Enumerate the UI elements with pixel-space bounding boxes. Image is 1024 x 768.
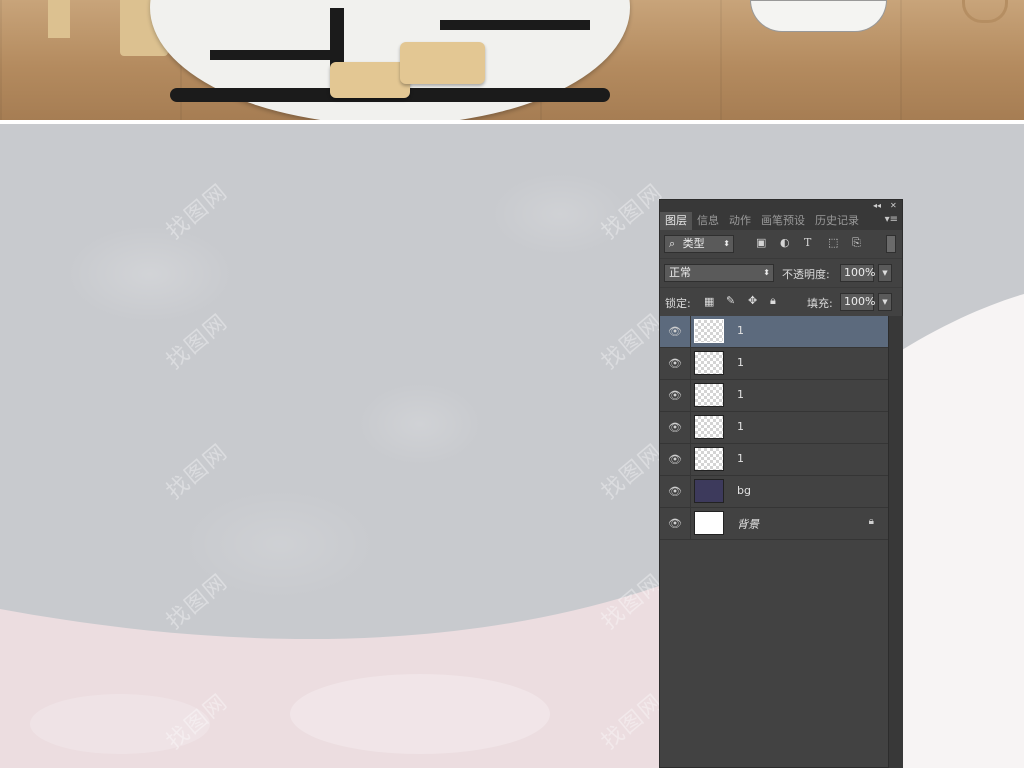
layer-thumbnail [694,447,724,471]
tab-layers[interactable]: 图层 [660,212,692,230]
divider [690,508,691,539]
tab-brush-presets[interactable]: 画笔预设 [756,212,810,230]
layer-name: 1 [737,356,744,369]
layer-row[interactable]: 👁︎ 1 [660,444,888,476]
image-icon[interactable]: ▣ [756,236,766,249]
blend-mode-select[interactable]: 正常 ⬍ [664,264,774,282]
layer-row[interactable]: 👁︎ 1 [660,380,888,412]
lock-icon: 🔒︎ [868,516,874,527]
panel-tabs: 图层 信息 动作 画笔预设 历史记录 ▾≡ [660,212,902,230]
tab-info[interactable]: 信息 [692,212,724,230]
layer-thumbnail [694,415,724,439]
smart-object-icon[interactable]: ⎘ [852,236,861,250]
mat-road [440,20,590,30]
panel-titlebar: ◂◂ ✕ [660,200,902,212]
layer-thumbnail [694,479,724,503]
fill-input[interactable]: 100% [840,293,875,311]
layer-name: 1 [737,388,744,401]
divider [690,348,691,379]
divider [690,476,691,507]
blend-mode-value: 正常 [669,266,691,279]
layers-list: 👁︎ 1 👁︎ 1 👁︎ 1 👁︎ 1 👁︎ 1 👁︎ bg 👁︎ 背景 🔒︎ [660,316,888,540]
layers-scrollbar[interactable] [888,316,903,768]
layer-thumbnail [694,319,724,343]
divider [690,412,691,443]
mat-road [210,50,330,60]
layer-name: 背景 [737,518,759,531]
layer-name: 1 [737,420,744,433]
filter-label: 类型 [682,237,705,250]
opacity-label: 不透明度: [782,268,830,281]
lock-all-icon[interactable]: 🔒︎ [770,294,776,308]
fill-label: 填充: [807,297,833,310]
eye-icon[interactable]: 👁︎ [668,453,682,466]
eye-icon[interactable]: 👁︎ [668,485,682,498]
chevron-updown-icon: ⬍ [763,268,770,277]
lock-transparent-icon[interactable]: ▦ [704,295,714,308]
wooden-stool-left [48,0,70,38]
layer-row[interactable]: 👁︎ 1 [660,348,888,380]
lock-pixels-icon[interactable]: ✎ [726,294,735,307]
eye-icon[interactable]: 👁︎ [668,389,682,402]
lock-label: 锁定: [665,297,691,310]
blend-row: 正常 ⬍ 不透明度: 100% ▼ [660,259,902,288]
lock-position-icon[interactable]: ✥ [748,294,757,307]
eye-icon[interactable]: 👁︎ [668,357,682,370]
layer-name: bg [737,484,751,497]
divider [690,316,691,347]
layer-name: 1 [737,324,744,337]
shape-icon[interactable]: ⬚ [828,236,838,249]
layers-panel: ◂◂ ✕ 图层 信息 动作 画笔预设 历史记录 ▾≡ ⌕ 类型 ⬍ ▣ ◐ T … [659,199,903,768]
type-icon[interactable]: T [804,236,811,249]
collapse-icon[interactable]: ◂◂ [873,200,881,212]
layer-name: 1 [737,452,744,465]
search-icon: ⌕ [669,237,676,250]
layer-thumbnail [694,511,724,535]
layer-row[interactable]: 👁︎ 背景 🔒︎ [660,508,888,540]
eye-icon[interactable]: 👁︎ [668,421,682,434]
lock-row: 锁定: ▦ ✎ ✥ 🔒︎ 填充: 100% ▼ [660,288,902,317]
top-photo [0,0,1024,120]
divider [690,380,691,411]
opacity-input[interactable]: 100% [840,264,875,282]
fill-dropdown[interactable]: ▼ [878,293,892,311]
opacity-dropdown[interactable]: ▼ [878,264,892,282]
filter-row: ⌕ 类型 ⬍ ▣ ◐ T ⬚ ⎘ [660,230,902,259]
close-icon[interactable]: ✕ [890,200,897,212]
eye-icon[interactable]: 👁︎ [668,517,682,530]
select-arrows-icon: ⬍ [723,239,730,248]
filter-type-select[interactable]: ⌕ 类型 ⬍ [664,235,734,253]
tab-history[interactable]: 历史记录 [810,212,864,230]
divider [690,444,691,475]
layer-row[interactable]: 👁︎ bg [660,476,888,508]
layer-thumbnail [694,351,724,375]
wooden-car [400,42,485,84]
layer-thumbnail [694,383,724,407]
panel-menu-icon[interactable]: ▾≡ [885,214,898,225]
layer-row[interactable]: 👁︎ 1 [660,316,888,348]
wooden-car [330,62,410,98]
adjustment-icon[interactable]: ◐ [780,236,790,249]
basket [750,0,887,32]
filter-toggle[interactable] [886,235,896,253]
tab-actions[interactable]: 动作 [724,212,756,230]
layer-row[interactable]: 👁︎ 1 [660,412,888,444]
eye-icon[interactable]: 👁︎ [668,325,682,338]
